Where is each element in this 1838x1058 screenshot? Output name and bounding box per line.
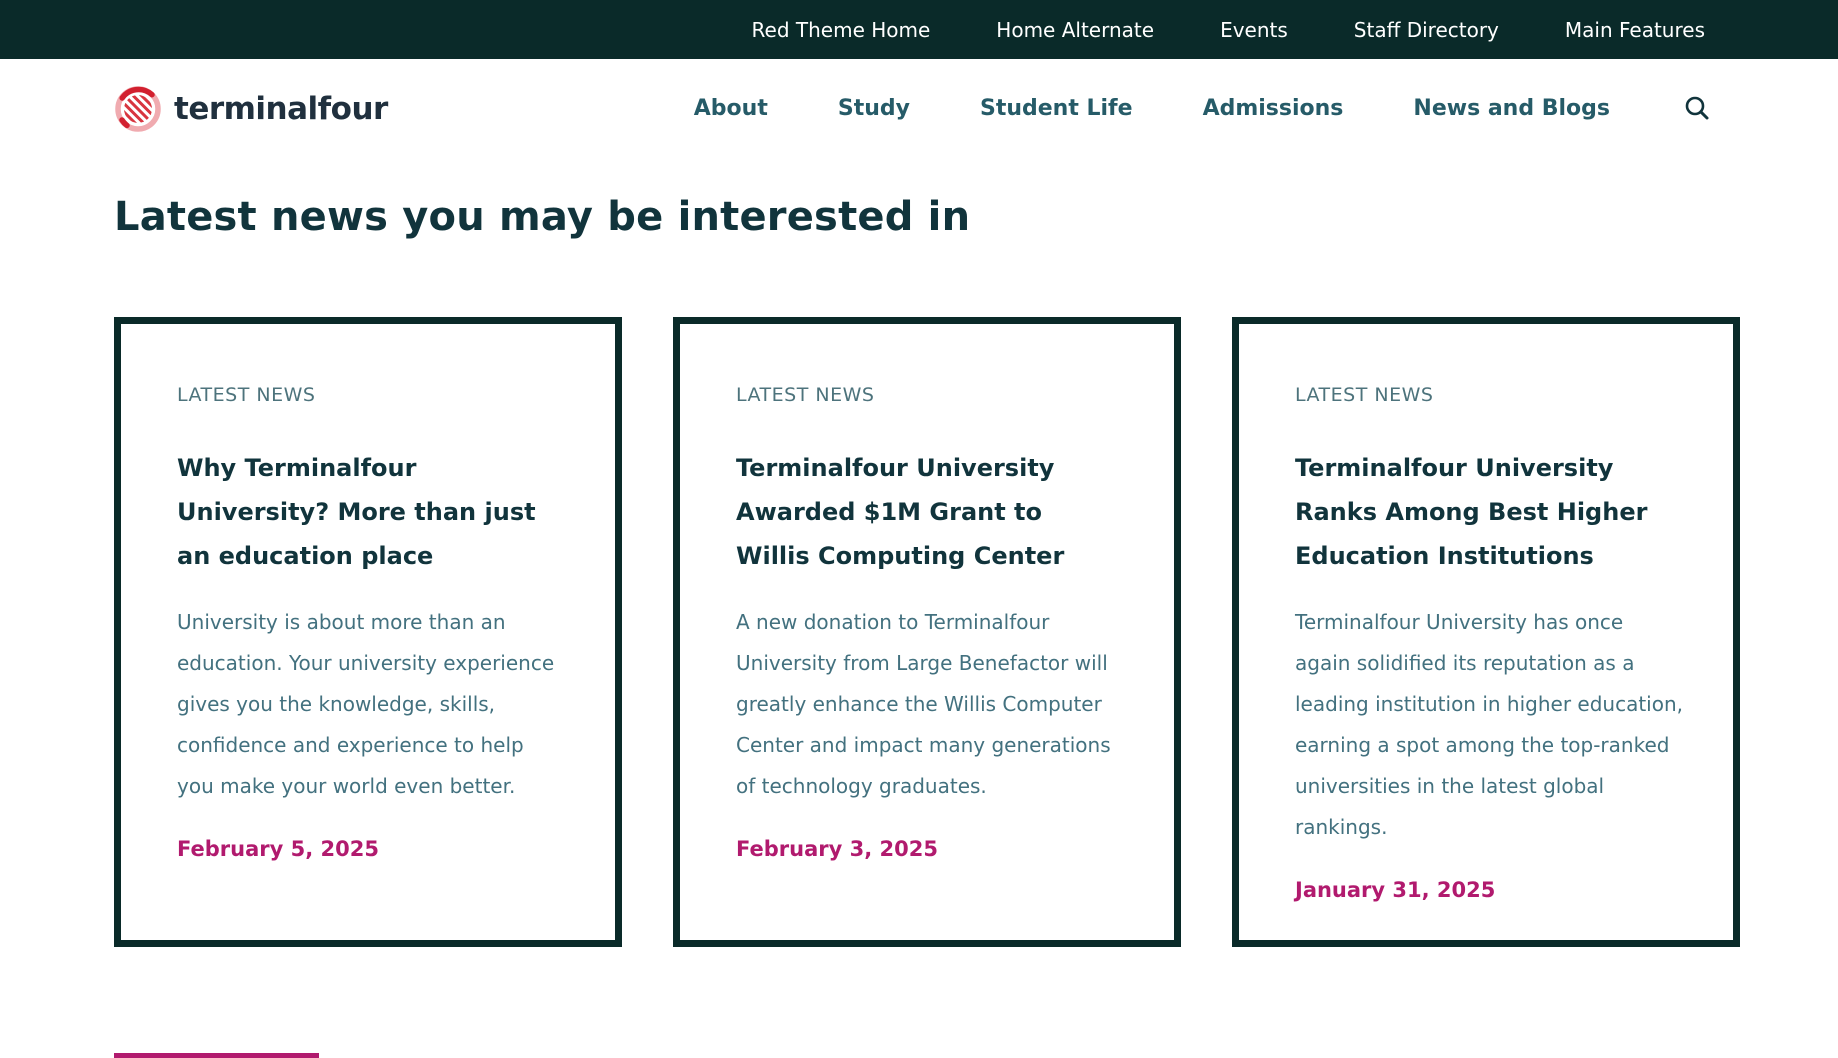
- utility-bar: Red Theme Home Home Alternate Events Sta…: [0, 0, 1838, 59]
- nav-link-news-and-blogs[interactable]: News and Blogs: [1413, 96, 1610, 121]
- news-section: Latest news you may be interested in LAT…: [114, 193, 1740, 1058]
- news-card-title-link[interactable]: Why Terminalfour University? More than j…: [177, 446, 565, 578]
- utility-link-main-features[interactable]: Main Features: [1565, 18, 1705, 42]
- news-card: LATEST NEWS Why Terminalfour University?…: [114, 317, 622, 947]
- brand-wordmark: terminalfour: [174, 91, 388, 127]
- search-button[interactable]: [1680, 92, 1714, 126]
- card-eyebrow-label: LATEST NEWS: [1295, 384, 1683, 406]
- utility-link-staff-directory[interactable]: Staff Directory: [1354, 18, 1499, 42]
- site-header: terminalfour About Study Student Life Ad…: [0, 59, 1838, 158]
- view-more-button-partial[interactable]: [114, 1053, 319, 1058]
- news-card-date: January 31, 2025: [1295, 878, 1683, 902]
- news-card: LATEST NEWS Terminalfour University Awar…: [673, 317, 1181, 947]
- brand-logo-icon: [114, 85, 162, 133]
- news-card-date: February 3, 2025: [736, 837, 1124, 861]
- news-card-summary: Terminalfour University has once again s…: [1295, 602, 1683, 848]
- nav-link-admissions[interactable]: Admissions: [1203, 96, 1344, 121]
- utility-link-events[interactable]: Events: [1220, 18, 1288, 42]
- brand-home-link[interactable]: terminalfour: [114, 85, 388, 133]
- main-nav: About Study Student Life Admissions News…: [694, 92, 1740, 126]
- nav-link-study[interactable]: Study: [838, 96, 910, 121]
- card-eyebrow-label: LATEST NEWS: [736, 384, 1124, 406]
- news-card-grid: LATEST NEWS Why Terminalfour University?…: [114, 317, 1740, 947]
- nav-link-student-life[interactable]: Student Life: [980, 96, 1133, 121]
- news-card-summary: A new donation to Terminalfour Universit…: [736, 602, 1124, 807]
- nav-link-about[interactable]: About: [694, 96, 768, 121]
- utility-link-home-alternate[interactable]: Home Alternate: [996, 18, 1154, 42]
- card-eyebrow-label: LATEST NEWS: [177, 384, 565, 406]
- news-card: LATEST NEWS Terminalfour University Rank…: [1232, 317, 1740, 947]
- utility-link-red-theme-home[interactable]: Red Theme Home: [752, 18, 931, 42]
- news-card-title-link[interactable]: Terminalfour University Awarded $1M Gran…: [736, 446, 1124, 578]
- search-icon: [1682, 94, 1712, 124]
- news-card-title-link[interactable]: Terminalfour University Ranks Among Best…: [1295, 446, 1683, 578]
- news-card-date: February 5, 2025: [177, 837, 565, 861]
- page-title: Latest news you may be interested in: [114, 193, 1740, 241]
- utility-nav: Red Theme Home Home Alternate Events Sta…: [752, 18, 1705, 42]
- news-card-summary: University is about more than an educati…: [177, 602, 565, 807]
